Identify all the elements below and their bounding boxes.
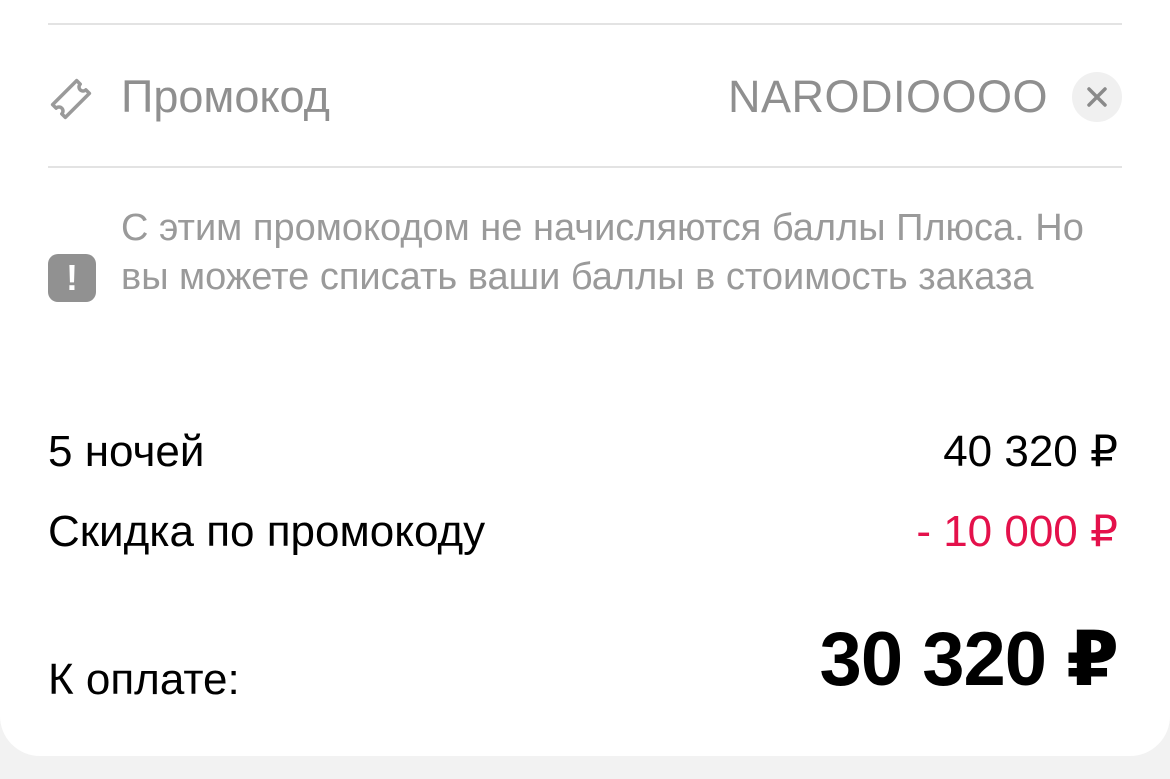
promo-divider (48, 166, 1122, 168)
close-icon (1087, 87, 1107, 107)
nights-label: 5 ночей (48, 427, 205, 476)
total-row: К оплате: 30 320 ₽ (48, 610, 1122, 710)
nights-price: 40 320 ₽ (943, 427, 1118, 476)
notice-text: С этим промокодом не начисляются баллы П… (121, 207, 1084, 298)
promo-code-label: Промокод (121, 71, 330, 122)
promo-code-row[interactable]: Промокод NARODIOOOO (48, 62, 1122, 132)
discount-row: Скидка по промокоду - 10 000 ₽ (48, 502, 1122, 562)
clear-promo-button[interactable] (1072, 72, 1122, 122)
promo-code-value[interactable]: NARODIOOOO (728, 68, 1048, 126)
promo-notice: ! С этим промокодом не начисляются баллы… (48, 204, 1122, 354)
ticket-icon (48, 76, 94, 122)
total-value: 30 320 ₽ (819, 617, 1119, 702)
exclamation-icon: ! (48, 254, 96, 302)
discount-label: Скидка по промокоду (48, 507, 486, 556)
total-label: К оплате: (48, 655, 240, 704)
order-summary-card: Промокод NARODIOOOO ! С этим промокодом … (0, 0, 1170, 756)
discount-value: - 10 000 ₽ (916, 507, 1118, 556)
top-divider (48, 23, 1122, 25)
nights-row: 5 ночей 40 320 ₽ (48, 422, 1122, 482)
